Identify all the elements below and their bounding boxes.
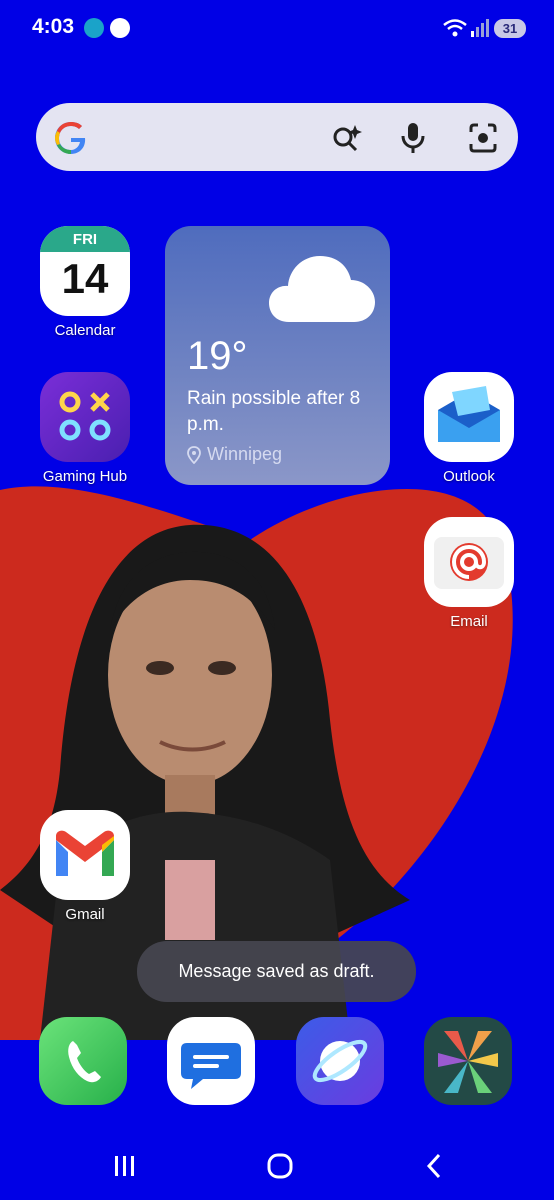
lens-camera-icon[interactable] [466, 121, 500, 155]
weather-temperature: 19° [187, 334, 248, 378]
recents-icon[interactable] [112, 1154, 138, 1178]
multicolor-app-icon[interactable] [424, 1017, 512, 1105]
status-bar: 4:03 31 [0, 0, 554, 56]
app-label: Outlook [443, 468, 495, 485]
gmail-icon [40, 810, 130, 900]
navigation-bar [0, 1130, 554, 1200]
internet-browser-icon[interactable] [296, 1017, 384, 1105]
messages-icon[interactable] [167, 1017, 255, 1105]
email-icon [424, 517, 514, 607]
location-pin-icon [187, 445, 201, 464]
weather-location: Winnipeg [187, 444, 282, 465]
weather-widget[interactable]: 19° Rain possible after 8 p.m. Winnipeg [165, 226, 390, 485]
status-time: 4:03 [32, 15, 75, 38]
wifi-icon [443, 19, 467, 37]
weather-description: Rain possible after 8 p.m. [187, 388, 361, 435]
back-icon[interactable] [424, 1152, 444, 1180]
calendar-date: 14 [61, 255, 109, 302]
signal-icon [471, 19, 489, 37]
ai-search-icon[interactable] [330, 121, 364, 155]
home-icon[interactable] [266, 1152, 294, 1180]
app-label: Gaming Hub [42, 468, 128, 485]
weather-location-label: Winnipeg [207, 444, 283, 464]
outlook-icon [424, 372, 514, 462]
calendar-icon: FRI 14 [40, 226, 130, 316]
toast-message: Message saved as draft. [137, 941, 416, 1002]
google-search-bar[interactable] [36, 103, 518, 171]
gaming-hub-app[interactable]: Gaming Hub [30, 372, 140, 485]
microphone-icon[interactable] [398, 121, 428, 155]
cloud-icon [269, 256, 375, 322]
phone-icon[interactable] [39, 1017, 127, 1105]
sports-ball-icon [110, 18, 130, 38]
edge-icon [84, 18, 104, 38]
outlook-app[interactable]: Outlook [414, 372, 524, 485]
calendar-app[interactable]: FRI 14 Calendar [30, 226, 140, 339]
app-label: Email [450, 613, 488, 630]
battery-icon: 31 [494, 19, 526, 38]
gmail-app[interactable]: Gmail [30, 810, 140, 923]
google-logo [55, 122, 86, 154]
calendar-day: FRI [40, 226, 130, 252]
app-label: Calendar [54, 322, 116, 339]
app-label: Gmail [65, 906, 105, 923]
gaming-hub-icon [40, 372, 130, 462]
email-app[interactable]: Email [414, 517, 524, 630]
